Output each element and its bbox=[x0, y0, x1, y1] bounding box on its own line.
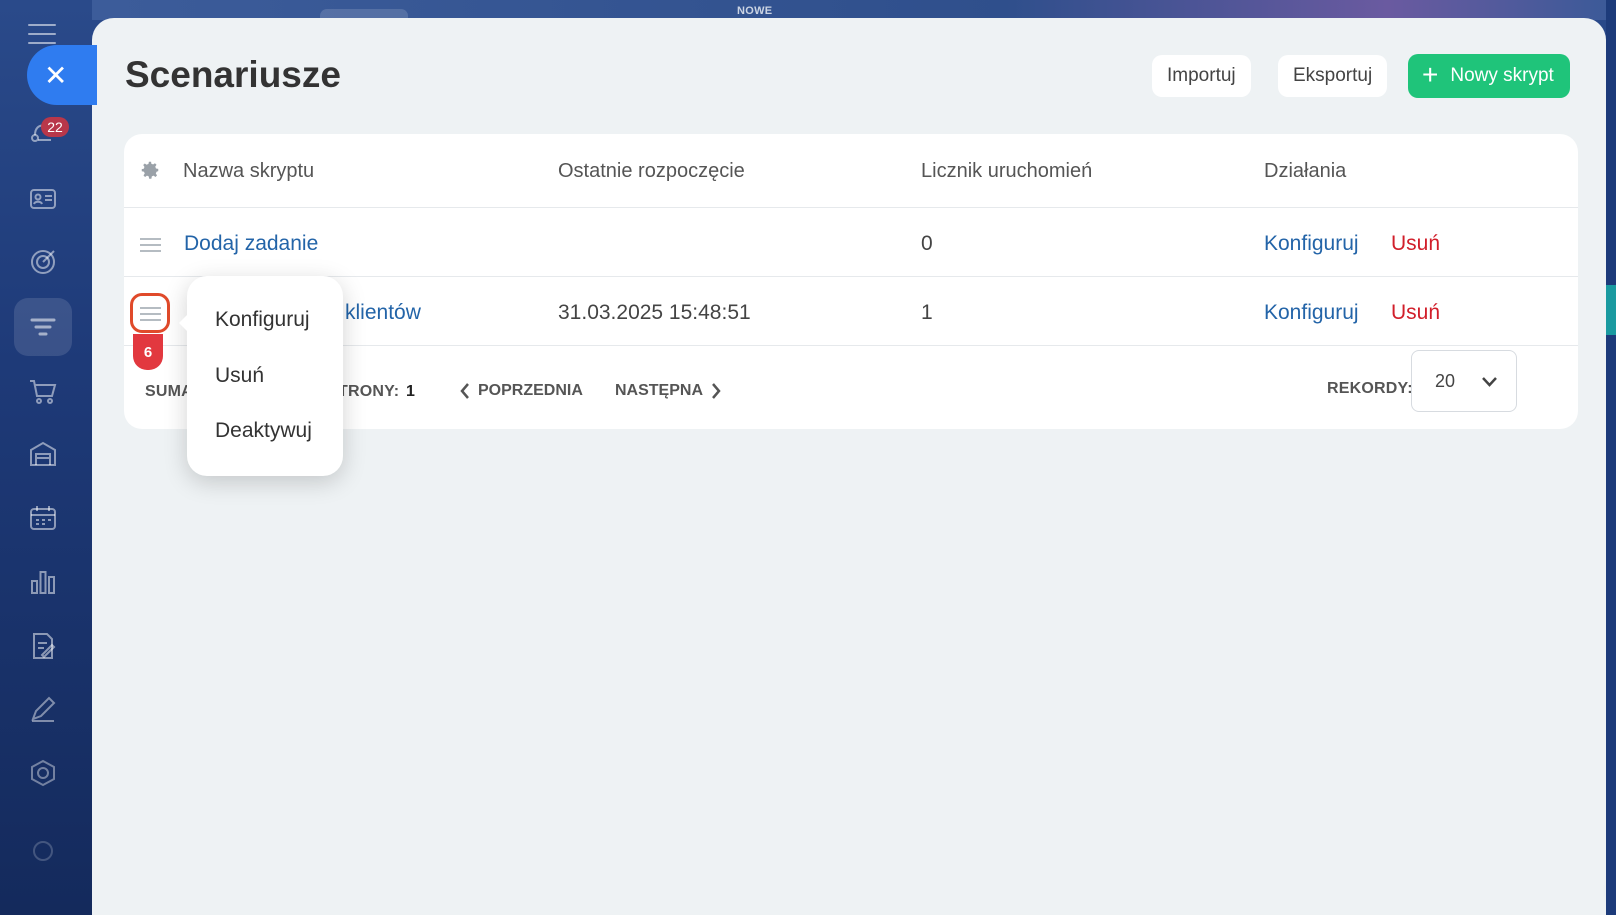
run-count-value: 0 bbox=[921, 232, 933, 255]
table-row: Dodaj zadanie 0 Konfiguruj Usuń bbox=[124, 208, 1578, 277]
menu-item-deactivate[interactable]: Deaktywuj bbox=[215, 419, 312, 443]
chevron-down-icon bbox=[1482, 377, 1497, 387]
chevron-left-icon bbox=[460, 383, 469, 399]
close-button[interactable]: ✕ bbox=[27, 45, 97, 105]
hexagon-icon[interactable] bbox=[14, 744, 72, 802]
column-header-run-count[interactable]: Licznik uruchomień bbox=[921, 160, 1092, 183]
pen-icon[interactable] bbox=[14, 680, 72, 738]
menu-item-configure[interactable]: Konfiguruj bbox=[215, 308, 310, 332]
contacts-icon[interactable] bbox=[14, 170, 72, 228]
next-page-button[interactable]: NASTĘPNA bbox=[615, 382, 723, 400]
row-menu-button[interactable] bbox=[130, 293, 170, 333]
drag-handle-icon bbox=[140, 307, 161, 325]
chevron-right-icon bbox=[712, 383, 721, 399]
row-context-menu: Konfiguruj Usuń Deaktywuj bbox=[179, 276, 343, 476]
records-label: REKORDY: bbox=[1327, 380, 1413, 397]
pages-label: TRONY: bbox=[338, 383, 400, 400]
configure-link[interactable]: Konfiguruj bbox=[1264, 301, 1359, 325]
menu-item-delete[interactable]: Usuń bbox=[215, 364, 264, 388]
gear-icon[interactable] bbox=[139, 159, 161, 181]
sum-label: SUMA bbox=[145, 383, 193, 400]
new-script-label: Nowy skrypt bbox=[1450, 65, 1554, 86]
menu-icon[interactable] bbox=[28, 24, 56, 44]
configure-link[interactable]: Konfiguruj bbox=[1264, 232, 1359, 256]
right-edge bbox=[1606, 0, 1616, 915]
records-per-page-select[interactable]: 20 bbox=[1411, 350, 1517, 412]
funnel-icon[interactable] bbox=[14, 298, 72, 356]
table-header: Nazwa skryptu Ostatnie rozpoczęcie Liczn… bbox=[124, 134, 1578, 208]
pages-value: 1 bbox=[406, 383, 415, 400]
script-name-link[interactable]: klientów bbox=[345, 301, 421, 325]
drag-handle-icon[interactable] bbox=[140, 238, 161, 252]
delete-link[interactable]: Usuń bbox=[1391, 301, 1440, 325]
column-header-actions: Działania bbox=[1264, 160, 1347, 182]
settings-icon[interactable] bbox=[14, 822, 72, 880]
top-strip: NOWE bbox=[92, 0, 1616, 23]
delete-link[interactable]: Usuń bbox=[1391, 232, 1440, 256]
records-value: 20 bbox=[1435, 370, 1456, 391]
cart-icon[interactable] bbox=[14, 362, 72, 420]
document-edit-icon[interactable] bbox=[14, 617, 72, 675]
bar-chart-icon[interactable] bbox=[14, 553, 72, 611]
script-name-link[interactable]: Dodaj zadanie bbox=[184, 232, 318, 256]
last-start-value: 31.03.2025 15:48:51 bbox=[558, 301, 751, 324]
new-script-button[interactable]: + Nowy skrypt bbox=[1408, 54, 1570, 98]
notification-badge: 22 bbox=[41, 117, 69, 137]
calendar-icon[interactable] bbox=[14, 489, 72, 547]
page-title: Scenariusze bbox=[125, 54, 341, 95]
export-button[interactable]: Eksportuj bbox=[1278, 55, 1388, 97]
import-button[interactable]: Importuj bbox=[1152, 55, 1251, 97]
run-count-value: 1 bbox=[921, 301, 933, 324]
left-sidebar: ✕ 22 bbox=[0, 0, 97, 915]
column-header-name[interactable]: Nazwa skryptu bbox=[183, 160, 314, 183]
column-header-last-start[interactable]: Ostatnie rozpoczęcie bbox=[558, 160, 745, 183]
plus-icon: + bbox=[1422, 58, 1439, 90]
previous-page-button[interactable]: POPRZEDNIA bbox=[458, 382, 583, 400]
warehouse-icon[interactable] bbox=[14, 425, 72, 483]
target-icon[interactable] bbox=[14, 233, 72, 291]
new-label: NOWE bbox=[737, 5, 773, 17]
